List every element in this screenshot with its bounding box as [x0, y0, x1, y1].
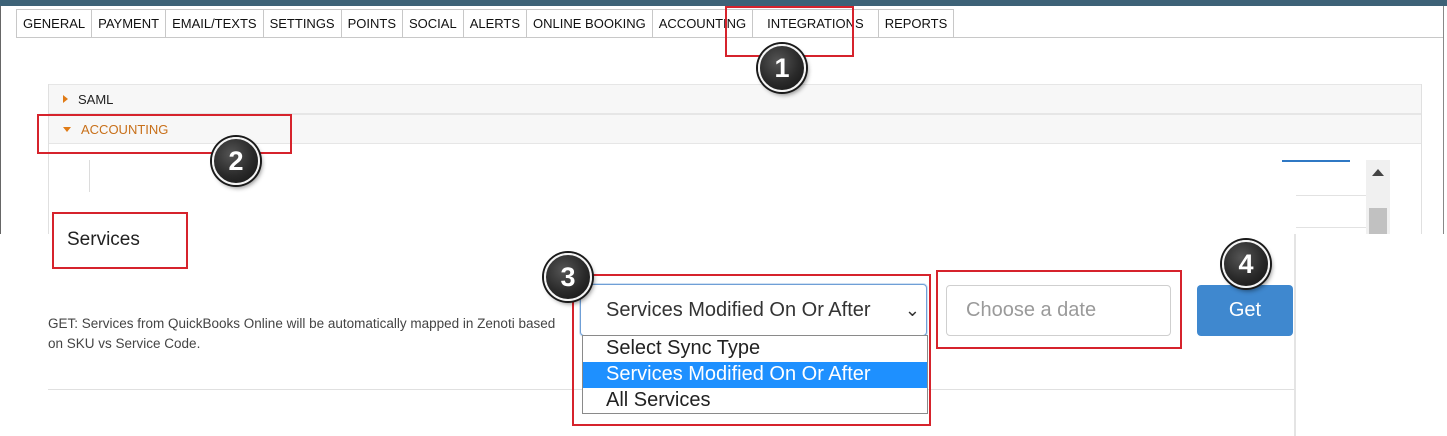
blue-underline-accent: [1282, 160, 1350, 162]
sync-type-dropdown-list: Select Sync Type Services Modified On Or…: [582, 335, 928, 414]
chevron-down-icon: ⌄: [904, 300, 920, 320]
tab-social[interactable]: SOCIAL: [402, 9, 463, 38]
accordion-accounting-label: ACCOUNTING: [81, 121, 169, 137]
sync-type-option[interactable]: All Services: [583, 388, 927, 414]
tab-alerts[interactable]: ALERTS: [462, 9, 527, 38]
get-button[interactable]: Get: [1197, 285, 1293, 336]
step-badge-1: 1: [758, 44, 806, 92]
tab-reports[interactable]: REPORTS: [877, 9, 955, 38]
scroll-up-arrow-icon[interactable]: [1372, 169, 1384, 176]
sync-type-option[interactable]: Select Sync Type: [583, 336, 927, 362]
accordion-accounting[interactable]: ACCOUNTING: [49, 114, 1421, 144]
step-badge-2: 2: [212, 137, 260, 185]
step-badge-4: 4: [1222, 240, 1270, 288]
accordion-saml-label: SAML: [78, 91, 114, 107]
services-heading: Services: [67, 229, 140, 250]
tab-settings[interactable]: SETTINGS: [262, 9, 341, 38]
tab-integrations[interactable]: INTEGRATIONS: [752, 9, 878, 38]
frame-left-border: [0, 6, 1, 234]
tab-bar-underline: [16, 37, 1443, 38]
window-top-bar: [0, 0, 1447, 6]
sync-type-select[interactable]: Services Modified On Or After ⌄: [580, 284, 927, 336]
settings-tab-bar: GENERAL PAYMENT EMAIL/TEXTS SETTINGS POI…: [16, 9, 955, 38]
vertical-scrollbar[interactable]: [1366, 160, 1390, 234]
frame-right-border: [1443, 6, 1444, 234]
sync-type-selected-value: Services Modified On Or After: [606, 298, 871, 321]
tab-general[interactable]: GENERAL: [16, 9, 92, 38]
step-badge-3: 3: [544, 253, 592, 301]
zoomed-section-right-edge: [1294, 234, 1296, 436]
tab-points[interactable]: POINTS: [340, 9, 403, 38]
panel-indent-line: [89, 160, 90, 192]
caret-down-icon: [63, 126, 71, 132]
tab-payment[interactable]: PAYMENT: [91, 9, 166, 38]
accordion-saml[interactable]: SAML: [49, 84, 1421, 114]
row-divider: [1296, 227, 1366, 228]
row-divider: [1296, 195, 1366, 196]
date-picker-input[interactable]: [946, 285, 1171, 336]
tab-online-booking[interactable]: ONLINE BOOKING: [526, 9, 652, 38]
tab-email-texts[interactable]: EMAIL/TEXTS: [165, 9, 263, 38]
scrollbar-thumb[interactable]: [1369, 208, 1387, 234]
sync-type-option-selected[interactable]: Services Modified On Or After: [583, 362, 927, 388]
tab-accounting[interactable]: ACCOUNTING: [651, 9, 753, 38]
caret-right-icon: [63, 95, 68, 103]
services-description: GET: Services from QuickBooks Online wil…: [48, 316, 556, 351]
